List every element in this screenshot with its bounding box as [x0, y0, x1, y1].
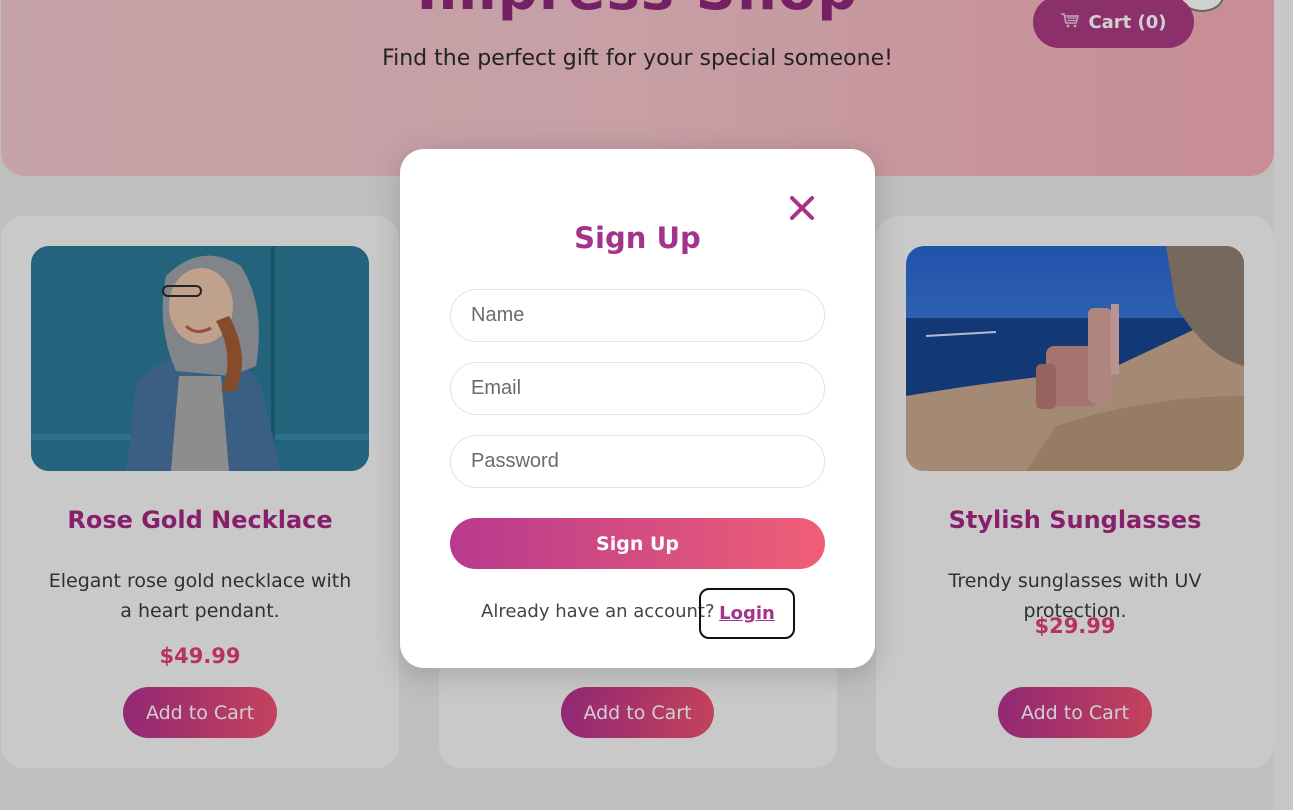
login-link[interactable]: Login [699, 588, 795, 639]
email-field[interactable] [450, 362, 825, 415]
password-field[interactable] [450, 435, 825, 488]
modal-title: Sign Up [574, 221, 701, 255]
close-icon [790, 196, 814, 220]
name-field[interactable] [450, 289, 825, 342]
page: Impress Shop Find the perfect gift for y… [0, 0, 1293, 810]
login-prompt: Already have an account? [481, 601, 715, 622]
close-button[interactable] [785, 191, 819, 225]
signup-submit-button[interactable]: Sign Up [450, 518, 825, 569]
signup-modal: Sign Up Sign Up Already have an account?… [400, 149, 875, 668]
login-row: Already have an account? Login [400, 588, 875, 639]
